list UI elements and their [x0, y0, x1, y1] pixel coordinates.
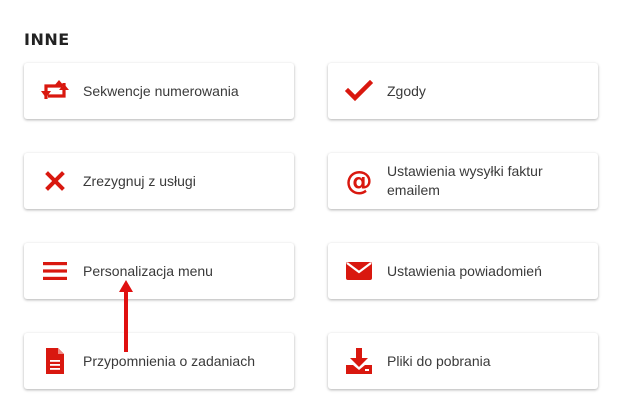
svg-text:@: @: [346, 167, 373, 195]
tile-pliki-do-pobrania[interactable]: Pliki do pobrania: [328, 333, 598, 389]
tile-label: Personalizacja menu: [83, 262, 213, 279]
hamburger-menu-icon: [38, 254, 72, 288]
section-title: INNE: [24, 30, 70, 49]
tile-label: Ustawienia powiadomień: [387, 262, 542, 279]
tile-ustawienia-wysylki-faktur[interactable]: @ Ustawienia wysyłki faktur emailem: [328, 153, 598, 209]
download-icon: [342, 344, 376, 378]
tile-label: Zrezygnuj z usługi: [83, 172, 196, 189]
tile-label: Pliki do pobrania: [387, 352, 491, 369]
close-x-icon: [38, 164, 72, 198]
tile-zrezygnuj-z-uslugi[interactable]: Zrezygnuj z usługi: [24, 153, 294, 209]
tile-label: Sekwencje numerowania: [83, 82, 239, 99]
tile-label: Przypomnienia o zadaniach: [83, 352, 255, 369]
tile-przypomnienia-o-zadaniach[interactable]: Przypomnienia o zadaniach: [24, 333, 294, 389]
envelope-icon: [342, 254, 376, 288]
tile-label: Zgody: [387, 82, 426, 99]
tile-zgody[interactable]: Zgody: [328, 63, 598, 119]
document-icon: [38, 344, 72, 378]
tile-personalizacja-menu[interactable]: Personalizacja menu: [24, 243, 294, 299]
sequence-arrows-icon: [38, 74, 72, 108]
tile-label: Ustawienia wysyłki faktur emailem: [387, 163, 543, 198]
tile-sekwencje-numerowania[interactable]: Sekwencje numerowania: [24, 63, 294, 119]
at-sign-icon: @: [342, 164, 376, 198]
checkmark-icon: [342, 74, 376, 108]
annotation-arrow: [119, 280, 133, 352]
tile-ustawienia-powiadomien[interactable]: Ustawienia powiadomień: [328, 243, 598, 299]
